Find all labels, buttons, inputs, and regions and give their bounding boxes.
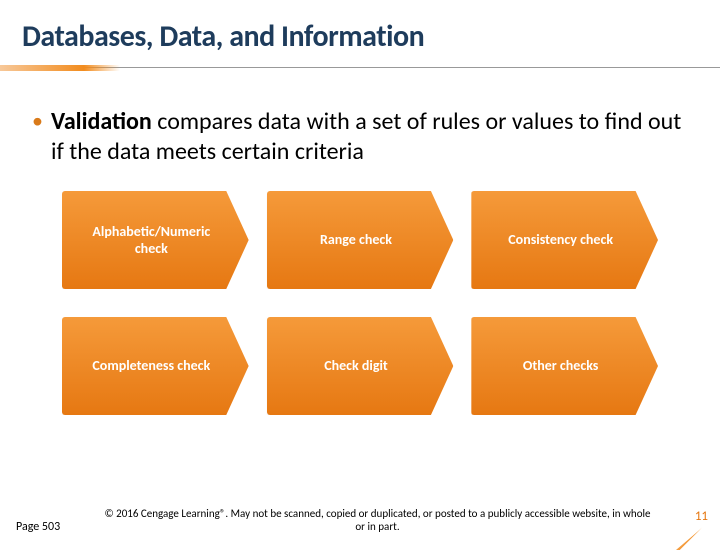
bullet-icon: • [32,107,43,135]
card-completeness: Completeness check [62,317,249,415]
bullet-text: Validation compares data with a set of r… [51,107,688,167]
card-label: Range check [320,231,392,249]
title-rule [0,65,720,77]
card-range: Range check [267,191,454,289]
page-reference: Page 503 [16,520,60,534]
card-alpha-numeric: Alphabetic/Numeric check [62,191,249,289]
card-label: Alphabetic/Numeric check [76,223,226,258]
card-label: Check digit [324,357,388,375]
card-check-digit: Check digit [267,317,454,415]
card-consistency: Consistency check [471,191,658,289]
card-label: Other checks [523,357,599,375]
bullet-bold: Validation [51,107,152,136]
bullet-item: • Validation compares data with a set of… [32,107,688,167]
page-title: Databases, Data, and Information [22,18,698,55]
card-label: Consistency check [508,231,613,249]
card-other: Other checks [471,317,658,415]
card-label: Completeness check [92,357,210,375]
copyright-text: © 2016 Cengage Learning®. May not be sca… [60,507,695,535]
card-grid: Alphabetic/Numeric check Range check Con… [32,191,688,415]
